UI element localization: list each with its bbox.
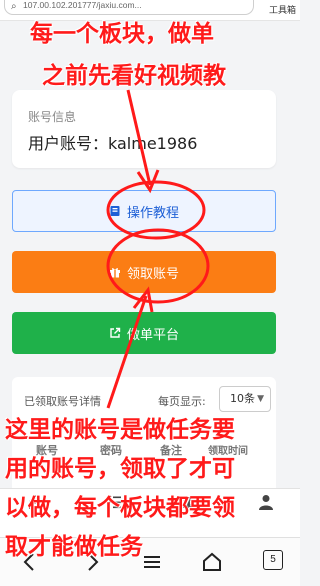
book-icon: [110, 206, 120, 216]
chevron-down-icon: ▼: [257, 394, 264, 404]
menu-icon[interactable]: [140, 550, 164, 574]
order-platform-button-label: 做单平台: [126, 327, 179, 343]
annotation-text-line-4: 用的账号，领取了才可: [5, 456, 235, 482]
tutorial-button-label: 操作教程: [126, 205, 179, 221]
annotation-text-line-6: 取才能做任务: [5, 534, 143, 560]
account-info-card: 账号信息 用户账号：kalme1986: [12, 90, 276, 168]
tutorial-button[interactable]: 操作教程: [12, 190, 276, 232]
user-icon: [259, 495, 273, 510]
per-page-select[interactable]: 10条 ▼: [219, 386, 271, 412]
annotation-text-line-2: 之前先看好视频教: [42, 63, 226, 89]
search-icon: ⌕: [11, 1, 17, 12]
annotation-text-line-3: 这里的账号是做任务要: [5, 417, 235, 443]
annotation-text-line-1: 每一个板块，做单: [30, 21, 214, 47]
annotation-text-line-5: 以做，每个板块都要领: [5, 495, 235, 521]
claim-account-button-label: 领取账号: [126, 266, 179, 282]
toolbox-button[interactable]: 工具箱: [269, 3, 296, 16]
home-outline-icon[interactable]: [200, 550, 224, 574]
nav-item-profile[interactable]: [236, 493, 296, 533]
claim-account-button[interactable]: 领取账号: [12, 251, 276, 293]
address-bar[interactable]: ⌕ 107.00.102.201777/jaxiu.com...: [4, 0, 254, 15]
per-page-label: 每页显示:: [158, 395, 206, 408]
order-platform-button[interactable]: 做单平台: [12, 312, 276, 354]
external-link-icon: [110, 327, 121, 338]
url-text[interactable]: 107.00.102.201777/jaxiu.com...: [23, 0, 142, 10]
gift-icon: [109, 268, 120, 278]
claimed-accounts-title: 已领取账号详情: [24, 395, 101, 408]
per-page-value: 10条: [230, 392, 255, 405]
tab-count-button[interactable]: 5: [263, 550, 283, 570]
user-account-value: 用户账号：kalme1986: [28, 134, 198, 153]
account-info-label: 账号信息: [28, 110, 77, 124]
